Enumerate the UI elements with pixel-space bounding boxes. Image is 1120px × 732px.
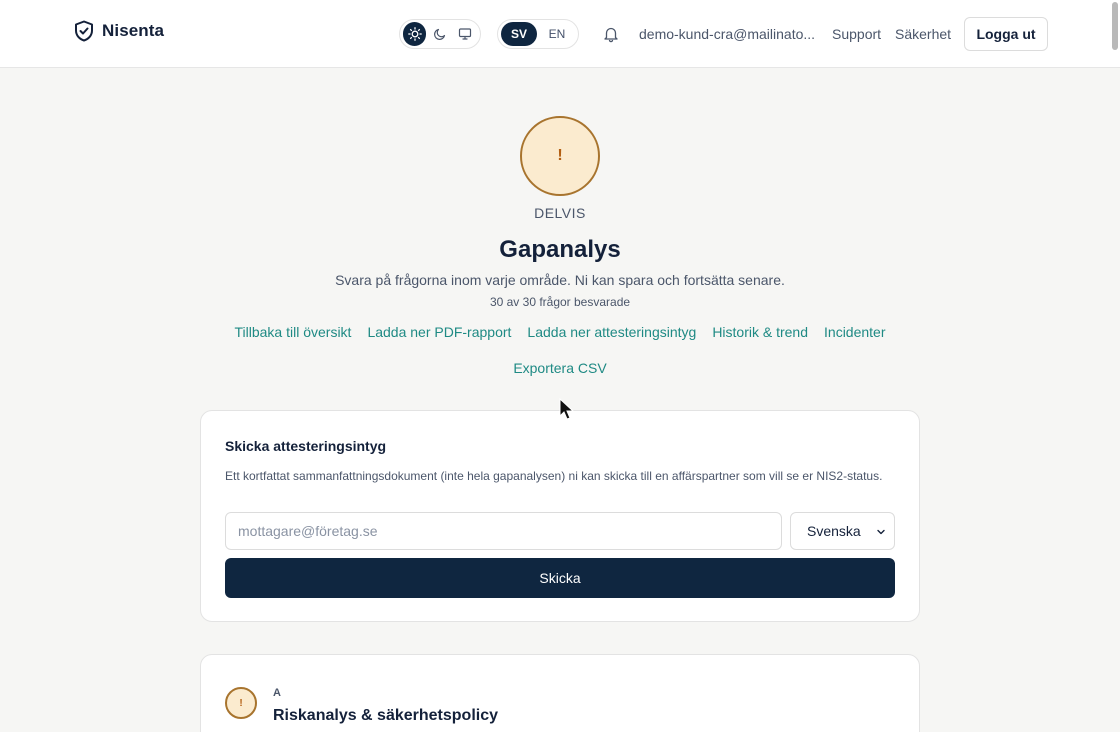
history-trend-link[interactable]: Historik & trend: [712, 324, 808, 340]
language-select-value: Svenska: [807, 523, 861, 539]
nav-link-support[interactable]: Support: [832, 26, 881, 42]
mouse-cursor-icon: [559, 398, 575, 420]
bell-icon[interactable]: [602, 25, 620, 43]
nav-link-security[interactable]: Säkerhet: [895, 26, 951, 42]
recipient-email-input[interactable]: [225, 512, 782, 550]
brand[interactable]: Nisenta: [74, 20, 164, 42]
theme-light-button[interactable]: [403, 22, 427, 46]
theme-toggle: [399, 19, 481, 49]
chevron-down-icon: [877, 529, 885, 535]
section-title: Riskanalys & säkerhetspolicy: [273, 707, 499, 724]
scrollbar-thumb[interactable]: [1112, 2, 1118, 50]
section-card[interactable]: ! A Riskanalys & säkerhetspolicy: [200, 654, 920, 732]
attestation-description: Ett kortfattat sammanfattningsdokument (…: [225, 469, 883, 483]
logout-button[interactable]: Logga ut: [964, 17, 1048, 51]
theme-dark-button[interactable]: [428, 22, 451, 46]
download-attestation-link[interactable]: Ladda ner attesteringsintyg: [527, 324, 696, 340]
sun-icon: [407, 27, 422, 41]
attestation-card: Skicka attesteringsintyg Ett kortfattat …: [200, 410, 920, 622]
incidents-link[interactable]: Incidenter: [824, 324, 885, 340]
status-indicator: !: [520, 116, 600, 196]
monitor-icon: [459, 28, 472, 40]
section-letter: A: [273, 687, 281, 699]
lang-sv-button[interactable]: SV: [501, 22, 537, 46]
section-status-badge: !: [225, 687, 257, 719]
send-button[interactable]: Skicka: [225, 558, 895, 598]
language-toggle: SV EN: [497, 19, 579, 49]
moon-icon: [434, 28, 446, 40]
shield-check-icon: [75, 20, 93, 42]
action-links-row2: Exportera CSV: [0, 360, 1120, 376]
page-title: Gapanalys: [499, 236, 621, 263]
language-select[interactable]: Svenska: [790, 512, 895, 550]
download-pdf-link[interactable]: Ladda ner PDF-rapport: [367, 324, 511, 340]
export-csv-link[interactable]: Exportera CSV: [513, 360, 606, 376]
user-email[interactable]: demo-kund-cra@mailinato...: [639, 26, 815, 42]
status-label: DELVIS: [534, 205, 586, 221]
attestation-title: Skicka attesteringsintyg: [225, 438, 387, 454]
lang-en-button[interactable]: EN: [539, 22, 575, 46]
brand-name: Nisenta: [102, 21, 165, 40]
back-to-overview-link[interactable]: Tillbaka till översikt: [234, 324, 351, 340]
theme-system-button[interactable]: [454, 22, 477, 46]
progress-text: 30 av 30 frågor besvarade: [489, 295, 631, 309]
page-subtitle: Svara på frågorna inom varje område. Ni …: [335, 272, 785, 288]
action-links: Tillbaka till översikt Ladda ner PDF-rap…: [0, 324, 1120, 340]
top-header: Nisenta SV EN demo-kund-cra@mailinato...…: [0, 0, 1120, 68]
